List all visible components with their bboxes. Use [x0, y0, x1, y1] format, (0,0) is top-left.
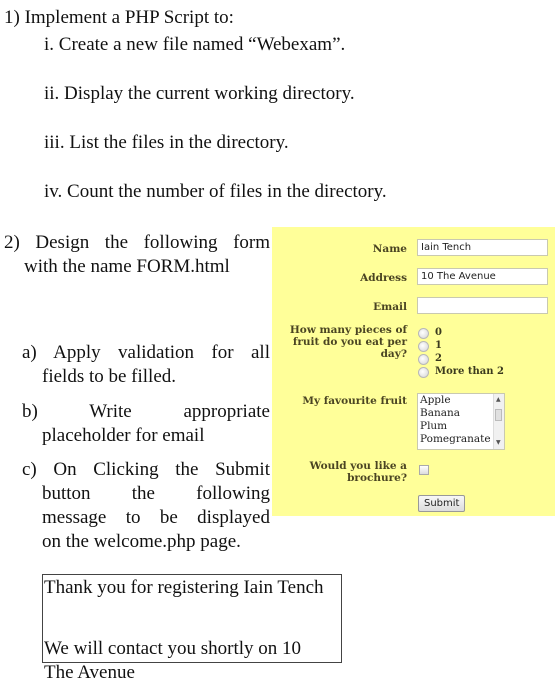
fruit-count-label: How many pieces of fruit do you eat per … — [289, 324, 407, 360]
email-input[interactable] — [417, 297, 548, 314]
question-2-title-line2: with the name FORM.html — [24, 256, 230, 277]
listbox-scrollbar[interactable]: ▲ ▼ — [493, 394, 504, 449]
name-input[interactable] — [417, 239, 548, 256]
favourite-fruit-label: My favourite fruit — [302, 395, 407, 407]
address-label: Address — [360, 272, 407, 284]
question-2-sub-b: b) Write appropriate placeholder for ema… — [22, 400, 270, 448]
sub-a-line2: fields to be filled. — [42, 366, 177, 387]
fruit-count-option[interactable]: 1 — [418, 340, 442, 352]
submit-button[interactable]: Submit — [418, 495, 466, 512]
sub-c-line2: button the following — [42, 483, 270, 504]
fruit-count-option[interactable]: 2 — [418, 353, 442, 365]
radio-label: 0 — [435, 327, 442, 338]
fruit-count-option[interactable]: More than 2 — [418, 366, 504, 378]
radio-button[interactable] — [418, 327, 429, 339]
sub-c-line3: message to be displayed — [42, 507, 270, 528]
question-2-sub-c: c) On Clicking the Submit button the fol… — [22, 458, 270, 554]
favourite-fruit-listbox[interactable]: Apple Banana Plum Pomegranate ▲ ▼ — [417, 393, 505, 450]
listbox-option[interactable]: Apple — [418, 394, 504, 407]
brochure-label: Would you like a brochure? — [309, 460, 407, 484]
question-2-title-line1: 2) Design the following form — [4, 232, 270, 253]
address-input[interactable] — [417, 268, 548, 285]
scroll-thumb[interactable] — [495, 409, 502, 421]
question-1-item: iv. Count the number of files in the dir… — [44, 181, 387, 202]
question-1-item: ii. Display the current working director… — [44, 83, 355, 104]
sub-a-line1: a) Apply validation for all — [22, 342, 270, 363]
radio-label: More than 2 — [435, 366, 504, 377]
message-line-2-text: We will contact you shortly on 10 The Av… — [44, 638, 302, 683]
registration-form: Name Address Email How many pieces of fr… — [272, 227, 555, 516]
radio-button[interactable] — [418, 366, 429, 378]
sub-c-line1: c) On Clicking the Submit — [22, 459, 270, 480]
fruit-count-option[interactable]: 0 — [418, 327, 442, 339]
radio-label: 1 — [435, 340, 442, 351]
question-2-title: 2) Design the following form with the na… — [4, 231, 270, 279]
name-label: Name — [372, 243, 407, 255]
message-line-1: Thank you for registering Iain Tench — [44, 577, 324, 598]
sub-c-line4: on the welcome.php page. — [42, 531, 241, 552]
question-1-item: iii. List the files in the directory. — [44, 132, 289, 153]
sub-b-line2: placeholder for email — [42, 425, 205, 446]
scroll-up-arrow-icon[interactable]: ▲ — [496, 396, 501, 404]
question-2-sub-a: a) Apply validation for all fields to be… — [22, 341, 270, 389]
email-label: Email — [373, 301, 407, 313]
listbox-option[interactable]: Plum — [418, 420, 504, 433]
message-line-2: We will contact you shortly on 10 The Av… — [44, 637, 334, 685]
scroll-down-arrow-icon[interactable]: ▼ — [496, 439, 501, 447]
listbox-option[interactable]: Pomegranate — [418, 433, 504, 446]
radio-button[interactable] — [418, 353, 429, 365]
radio-button[interactable] — [418, 340, 429, 352]
brochure-checkbox[interactable] — [419, 465, 429, 475]
sub-b-line1: b) Write appropriate — [22, 401, 270, 422]
question-1-title: 1) Implement a PHP Script to: — [4, 7, 234, 28]
question-1-item: i. Create a new file named “Webexam”. — [44, 34, 346, 55]
radio-label: 2 — [435, 353, 442, 364]
listbox-option[interactable]: Banana — [418, 407, 504, 420]
